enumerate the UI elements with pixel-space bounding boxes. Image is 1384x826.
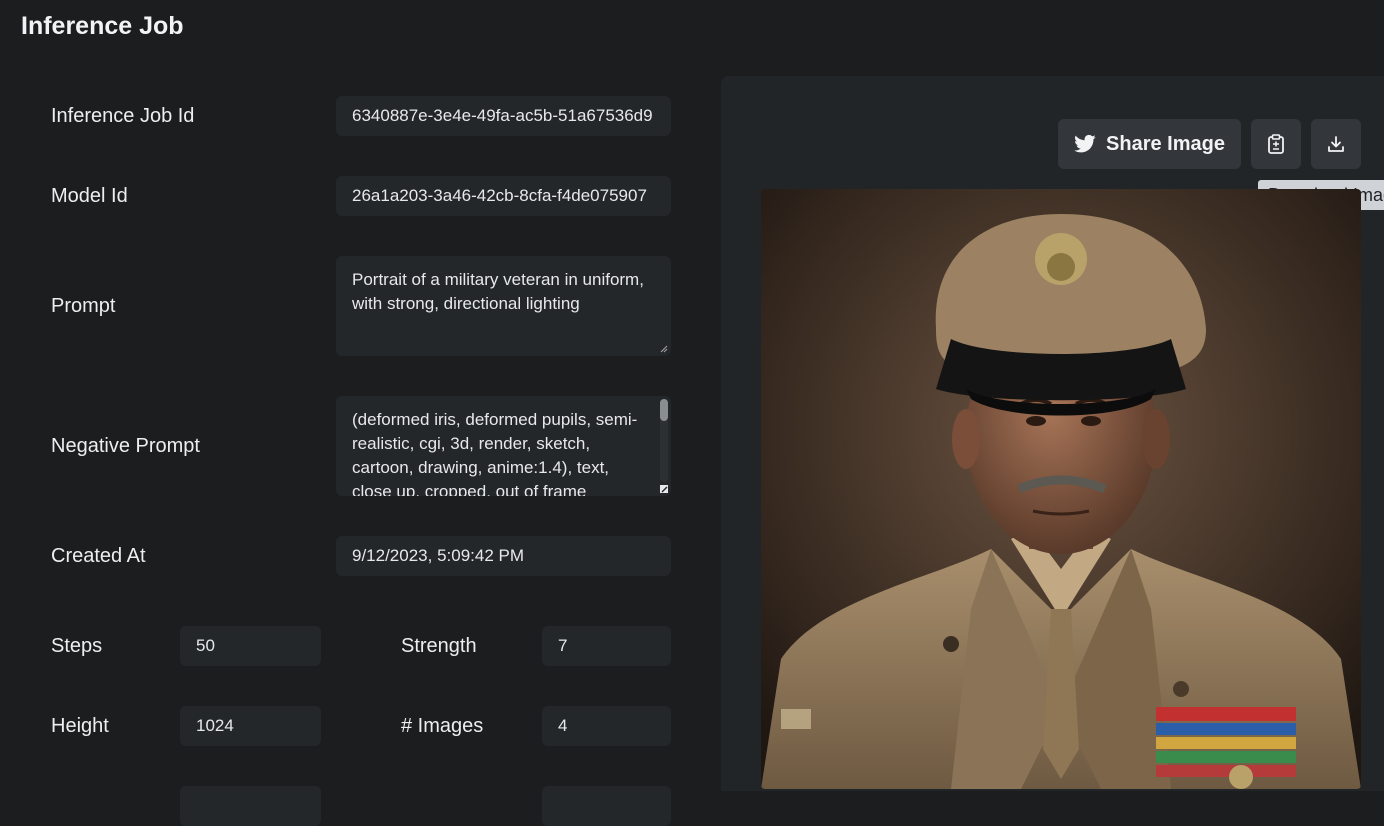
scrollbar-thumb[interactable] xyxy=(660,399,668,421)
job-id-value: 6340887e-3e4e-49fa-ac5b-51a67536d9 xyxy=(352,106,653,125)
job-id-field[interactable]: 6340887e-3e4e-49fa-ac5b-51a67536d9 xyxy=(336,96,671,136)
num-images-value: 4 xyxy=(558,716,568,735)
created-at-label: Created At xyxy=(51,545,146,567)
strength-label: Strength xyxy=(401,635,477,657)
share-image-label: Share Image xyxy=(1106,132,1225,155)
negative-prompt-label: Negative Prompt xyxy=(51,435,200,457)
created-at-value: 9/12/2023, 5:09:42 PM xyxy=(352,546,525,565)
model-id-value: 26a1a203-3a46-42cb-8cfa-f4de075907 xyxy=(352,186,647,205)
height-value: 1024 xyxy=(196,716,234,735)
model-id-label: Model Id xyxy=(51,185,128,207)
next-row-field-right[interactable] xyxy=(542,786,671,826)
negative-prompt-textarea[interactable]: (deformed iris, deformed pupils, semi-re… xyxy=(336,396,671,496)
generated-image[interactable] xyxy=(761,189,1361,789)
steps-value: 50 xyxy=(196,636,215,655)
job-id-label: Inference Job Id xyxy=(51,105,195,127)
negative-prompt-value: (deformed iris, deformed pupils, semi-re… xyxy=(352,410,638,496)
page-title: Inference Job xyxy=(21,12,184,40)
prompt-value: Portrait of a military veteran in unifor… xyxy=(352,270,644,313)
download-button[interactable] xyxy=(1311,119,1361,169)
strength-field[interactable]: 7 xyxy=(542,626,671,666)
resize-grip-icon[interactable] xyxy=(660,345,668,353)
steps-label: Steps xyxy=(51,635,103,657)
copy-button[interactable] xyxy=(1251,119,1301,169)
height-label: Height xyxy=(51,715,109,737)
num-images-label: # Images xyxy=(401,715,484,737)
share-image-button[interactable]: Share Image xyxy=(1058,119,1241,169)
resize-grip-icon[interactable] xyxy=(660,485,668,493)
scrollbar[interactable] xyxy=(660,399,668,482)
prompt-textarea[interactable]: Portrait of a military veteran in unifor… xyxy=(336,256,671,356)
download-icon xyxy=(1328,136,1344,152)
model-id-field[interactable]: 26a1a203-3a46-42cb-8cfa-f4de075907 xyxy=(336,176,671,216)
veteran-portrait-image xyxy=(761,189,1361,789)
clipboard-icon xyxy=(1268,134,1284,154)
twitter-icon xyxy=(1074,134,1096,153)
strength-value: 7 xyxy=(558,636,568,655)
num-images-field[interactable]: 4 xyxy=(542,706,671,746)
height-field[interactable]: 1024 xyxy=(180,706,321,746)
next-row-field-left[interactable] xyxy=(180,786,321,826)
prompt-label: Prompt xyxy=(51,295,116,317)
created-at-field[interactable]: 9/12/2023, 5:09:42 PM xyxy=(336,536,671,576)
steps-field[interactable]: 50 xyxy=(180,626,321,666)
